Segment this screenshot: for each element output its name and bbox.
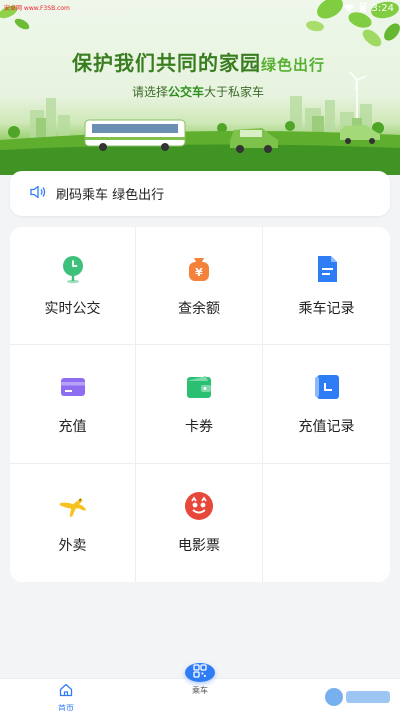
notice-bar[interactable]: 刷码乘车 绿色出行 — [10, 171, 390, 216]
cat-logo-icon — [184, 491, 214, 521]
qr-code-icon — [193, 663, 207, 682]
tab-ride-label: 乘车 — [192, 686, 208, 695]
home-icon — [59, 682, 73, 701]
card-icon — [58, 372, 88, 402]
banner-subtitle-post: 大于私家车 — [204, 85, 265, 99]
service-ride-records[interactable]: 乘车记录 — [263, 227, 390, 345]
service-label: 充值记录 — [298, 419, 355, 435]
battery-icon — [359, 2, 366, 15]
service-label: 实时公交 — [44, 300, 101, 317]
service-label: 乘车记录 — [298, 300, 355, 317]
banner-subtitle: 请选择公交车大于私家车 — [132, 83, 264, 100]
wifi-icon — [343, 3, 354, 15]
tab-ride[interactable]: 乘车 — [170, 663, 230, 696]
money-bag-icon: ¥ — [184, 254, 214, 284]
service-movie-tickets[interactable]: 电影票 — [136, 464, 263, 582]
wallet-icon — [184, 372, 214, 402]
carrier-text: 安卓网 www.F3SB.com — [4, 5, 70, 12]
service-top-up[interactable]: 充值 — [10, 345, 136, 464]
document-icon — [312, 254, 342, 284]
svg-text:¥: ¥ — [195, 266, 203, 279]
notice-text: 刷码乘车 绿色出行 — [56, 188, 165, 203]
banner-subtitle-pre: 请选择 — [132, 85, 169, 99]
service-coupons[interactable]: 卡券 — [136, 345, 263, 464]
kangaroo-icon — [58, 491, 88, 521]
watermark-logo-icon — [325, 688, 390, 706]
banner-title-main: 保护我们共同的家园 — [72, 51, 261, 75]
service-label: 电影票 — [178, 538, 220, 554]
banner-subtitle-bold: 公交车 — [168, 85, 205, 99]
service-top-up-records[interactable]: 充值记录 — [263, 345, 390, 464]
clock: 3:24 — [371, 3, 394, 14]
service-label: 充值 — [58, 419, 87, 435]
service-grid: 实时公交 ¥ 查余额 乘车记录 充值 卡券 充值记录 外卖 电影票 — [10, 227, 390, 582]
service-takeout[interactable]: 外卖 — [10, 464, 136, 582]
service-label: 卡券 — [185, 419, 213, 435]
status-bar: 安卓网 www.F3SB.com 3:24 — [0, 0, 400, 16]
tab-home[interactable]: 首页 — [36, 679, 96, 711]
map-pin-icon — [58, 254, 88, 284]
service-label: 外卖 — [58, 538, 87, 554]
ride-qr-button[interactable] — [185, 663, 215, 682]
service-realtime-bus[interactable]: 实时公交 — [10, 227, 136, 345]
service-empty-slot — [263, 464, 390, 582]
tab-home-label: 首页 — [58, 704, 74, 711]
speaker-icon — [30, 184, 47, 203]
banner-title-accent: 绿色出行 — [261, 56, 326, 74]
eco-banner[interactable]: 保护我们共同的家园绿色出行 请选择公交车大于私家车 — [0, 0, 400, 175]
service-check-balance[interactable]: ¥ 查余额 — [136, 227, 263, 345]
banner-title: 保护我们共同的家园绿色出行 — [72, 47, 325, 76]
service-label: 查余额 — [178, 300, 220, 317]
record-icon — [312, 372, 342, 402]
